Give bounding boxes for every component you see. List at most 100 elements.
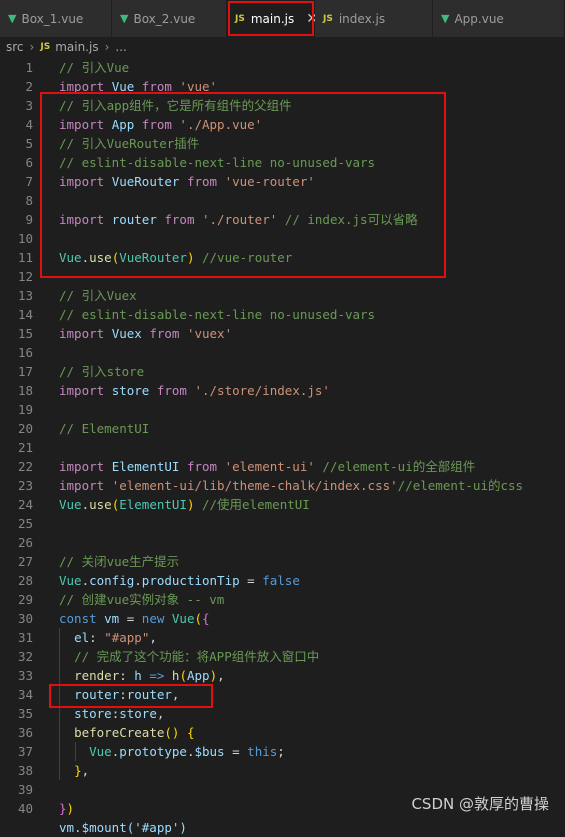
line-number: 14 [17, 307, 33, 322]
code-token: // 引入store [59, 364, 145, 379]
code-line[interactable]: 30 const vm = new Vue({ [0, 609, 565, 628]
code-line[interactable]: 6 // eslint-disable-next-line no-unused-v… [0, 153, 565, 172]
code-line[interactable]: 24 Vue.use(ElementUI) //使用elementUI [0, 495, 565, 514]
code-line[interactable]: 29 // 创建vue实例对象 -- vm [0, 590, 565, 609]
tab-box-1-vue[interactable]: ▼ Box_1.vue [0, 0, 112, 37]
code-line[interactable]: 10 [0, 229, 565, 248]
code-token: Vue [59, 250, 82, 265]
code-line[interactable]: 19 [0, 400, 565, 419]
code-line[interactable]: 37 Vue.prototype.$bus = this; [0, 742, 565, 761]
code-line[interactable]: 3 // 引入app组件，它是所有组件的父组件 [0, 96, 565, 115]
code-line[interactable]: 17 // 引入store [0, 362, 565, 381]
code-text: import Vue from 'vue' [59, 77, 217, 96]
code-token: , [149, 630, 157, 645]
code-line[interactable]: 8 [0, 191, 565, 210]
line-number: 18 [17, 383, 33, 398]
tab-main-js[interactable]: JS main.js ✕ [227, 0, 318, 37]
code-line[interactable]: 35 store:store, [0, 704, 565, 723]
code-line[interactable]: 21 [0, 438, 565, 457]
code-line[interactable]: 4 import App from './App.vue' [0, 115, 565, 134]
code-line[interactable]: 13 // 引入Vuex [0, 286, 565, 305]
code-line[interactable]: 14 // eslint-disable-next-line no-unused-… [0, 305, 565, 324]
code-line[interactable]: 36 beforeCreate() { [0, 723, 565, 742]
tab-label: main.js [250, 11, 295, 26]
code-line[interactable]: 12 [0, 267, 565, 286]
code-text: Vue.use(ElementUI) //使用elementUI [59, 495, 310, 514]
breadcrumb-more[interactable]: ... [115, 40, 126, 54]
code-token: // 引入Vue [59, 60, 130, 75]
line-number: 12 [17, 269, 33, 284]
code-token: false [262, 573, 300, 588]
code-text: import router from './router' // index.j… [59, 210, 418, 229]
code-line[interactable]: 5 // 引入VueRouter插件 [0, 134, 565, 153]
code-text: vm.$mount('#app') [59, 820, 187, 835]
code-line[interactable]: 33 render: h => h(App), [0, 666, 565, 685]
code-text: import store from './store/index.js' [59, 381, 330, 400]
code-line[interactable]: 31 el: "#app", [0, 628, 565, 647]
code-token: VueRouter [119, 250, 187, 265]
tab-index-js[interactable]: JS index.js [315, 0, 433, 37]
code-line[interactable]: 1 // 引入Vue [0, 58, 565, 77]
code-line-partial[interactable]: vm.$mount('#app') [0, 818, 565, 837]
code-line[interactable]: 15 import Vuex from 'vuex' [0, 324, 565, 343]
code-text: // ElementUI [59, 419, 149, 438]
code-line[interactable]: 23 import 'element-ui/lib/theme-chalk/ind… [0, 476, 565, 495]
code-line[interactable]: 27 // 关闭vue生产提示 [0, 552, 565, 571]
line-number: 1 [25, 60, 33, 75]
line-number: 30 [17, 611, 33, 626]
tab-label: Box_2.vue [133, 11, 196, 26]
js-file-icon: JS [40, 42, 51, 52]
code-token: // 引入app组件，它是所有组件的父组件 [59, 98, 292, 113]
code-line[interactable]: 28 Vue.config.productionTip = false [0, 571, 565, 590]
watermark: CSDN @敦厚的曹操 [411, 795, 549, 813]
code-line[interactable]: 20 // ElementUI [0, 419, 565, 438]
code-text: store:store, [59, 704, 164, 723]
code-token: render [74, 668, 120, 683]
tab-box-2-vue[interactable]: ▼ Box_2.vue [112, 0, 227, 37]
code-line[interactable]: 7 import VueRouter from 'vue-router' [0, 172, 565, 191]
code-text: // 引入Vue [59, 58, 129, 77]
code-line[interactable]: 9 import router from './router' // index.… [0, 210, 565, 229]
code-token: prototype [119, 744, 187, 759]
code-token: 'element-ui/lib/theme-chalk/index.css' [111, 478, 398, 493]
code-token: } [74, 763, 82, 778]
code-token: h [134, 668, 142, 683]
code-line[interactable]: 11 Vue.use(VueRouter) //vue-router [0, 248, 565, 267]
code-token: router [74, 687, 120, 702]
breadcrumb-file[interactable]: main.js [55, 40, 98, 54]
code-token: // 引入Vuex [59, 288, 137, 303]
line-number: 11 [17, 250, 33, 265]
code-line[interactable]: 18 import store from './store/index.js' [0, 381, 565, 400]
code-token: ElementUI [111, 459, 180, 474]
code-token: ( [179, 668, 187, 683]
js-file-icon: JS [235, 13, 245, 24]
code-token: use [89, 250, 112, 265]
code-token: 'vue-router' [224, 174, 315, 189]
breadcrumb-folder[interactable]: src [6, 40, 24, 54]
code-line[interactable]: 25 [0, 514, 565, 533]
line-number: 4 [25, 117, 33, 132]
code-line[interactable]: 32 // 完成了这个功能：将APP组件放入窗口中 [0, 647, 565, 666]
line-number: 29 [17, 592, 33, 607]
tab-app-vue[interactable]: ▼ App.vue [433, 0, 565, 37]
code-line[interactable]: 26 [0, 533, 565, 552]
code-token: // 完成了这个功能：将APP组件放入窗口中 [74, 649, 320, 664]
code-line[interactable]: 34 router:router, [0, 685, 565, 704]
code-token: beforeCreate [74, 725, 165, 740]
code-line[interactable]: 22 import ElementUI from 'element-ui' //e… [0, 457, 565, 476]
code-token: //vue-router [194, 250, 293, 265]
code-token: // 关闭vue生产提示 [59, 554, 180, 569]
vue-file-icon: ▼ [8, 12, 17, 25]
code-line[interactable]: 16 [0, 343, 565, 362]
code-text: el: "#app", [59, 628, 157, 647]
line-number: 40 [17, 801, 33, 816]
line-number: 38 [17, 763, 33, 778]
line-number: 15 [17, 326, 33, 341]
line-number: 24 [17, 497, 33, 512]
code-line[interactable]: 2 import Vue from 'vue' [0, 77, 565, 96]
code-line[interactable]: 38 }, [0, 761, 565, 780]
line-number: 17 [17, 364, 33, 379]
